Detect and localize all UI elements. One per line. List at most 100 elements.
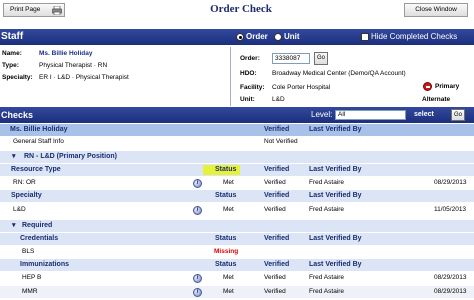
collapse-icon[interactable]: ▾ (12, 151, 16, 163)
level-go-button[interactable]: Go (451, 109, 465, 121)
check-name: L&D (13, 206, 26, 213)
check-date: 11/05/2013 (434, 206, 467, 213)
immunizations-label: Immunizations (20, 261, 70, 268)
info-icon[interactable]: i (193, 179, 202, 188)
check-status: Met (223, 206, 234, 213)
level-select[interactable]: All (335, 110, 406, 120)
alternate-label: Alternate (422, 96, 451, 103)
general-info-verified: Not Verified (264, 138, 298, 145)
order-radio-label: Order (246, 32, 268, 41)
check-status: Met (223, 179, 234, 186)
check-name: HEP B (22, 274, 42, 281)
order-radio[interactable] (236, 33, 244, 41)
primary-label: Primary (435, 83, 460, 90)
hide-completed-checkbox[interactable] (361, 33, 369, 41)
printer-icon (52, 6, 62, 15)
col-last-verified-by-4: Last Verified By (309, 235, 362, 242)
level-label: Level: (311, 110, 333, 119)
check-name: MMR (22, 288, 38, 295)
no-entry-icon (423, 82, 432, 91)
col-verified-4: Verified (264, 235, 290, 242)
check-status-missing: Missing (214, 248, 239, 255)
facility-label: Facility: (240, 84, 265, 91)
check-verified-by: Fred Astaire (309, 288, 345, 295)
credentials-label: Credentials (20, 235, 59, 242)
print-page-button[interactable]: Print Page (3, 3, 65, 17)
staff-title: Staff (1, 31, 24, 42)
unit-label: Unit: (240, 96, 255, 103)
order-number-input[interactable]: 3338087 (272, 53, 310, 64)
table-row[interactable]: MMR i Met Verified Fred Astaire 08/29/20… (0, 286, 474, 298)
col-last-verified-by-3: Last Verified By (309, 192, 362, 199)
staff-type: Physical Therapist · RN (39, 62, 108, 69)
specialty-section-label: Specialty (11, 192, 42, 199)
print-page-label: Print Page (10, 6, 41, 13)
position-header-row[interactable]: ▾ RN - L&D (Primary Position) (0, 151, 474, 163)
check-verified: Verified (264, 274, 286, 281)
person-header-row: Ms. Billie Holiday Verified Last Verifie… (0, 124, 474, 136)
check-date: 08/29/2013 (434, 288, 467, 295)
select-label: select (414, 111, 434, 118)
col-verified-3: Verified (264, 192, 290, 199)
unit-value: L&D (272, 96, 285, 103)
check-verified: Verified (264, 206, 286, 213)
check-verified-by: Fred Astaire (309, 206, 345, 213)
check-verified: Verified (264, 179, 286, 186)
general-info-name: General Staff Info (13, 138, 64, 145)
position-title: RN - L&D (Primary Position) (24, 153, 117, 160)
table-row[interactable]: BLS Missing (0, 246, 474, 258)
col-verified: Verified (264, 126, 290, 133)
check-name: RN: OR (13, 179, 36, 186)
page-title: Order Check (210, 3, 272, 15)
facility-value: Cole Porter Hospital (272, 84, 331, 91)
person-name: Ms. Billie Holiday (10, 126, 68, 133)
immunizations-header: Immunizations Status Verified Last Verif… (0, 259, 474, 271)
hdo-value: Broadway Medical Center (Demo/QA Account… (272, 70, 406, 77)
hdo-label: HDO: (240, 70, 257, 77)
staff-specialty: ER I · L&D · Physical Therapist (39, 74, 129, 81)
info-icon[interactable]: i (193, 206, 202, 215)
check-verified-by: Fred Astaire (309, 179, 345, 186)
resource-type-label: Resource Type (11, 166, 61, 173)
divider (230, 47, 231, 106)
table-row[interactable]: HEP B i Met Verified Fred Astaire 08/29/… (0, 272, 474, 284)
resource-type-header: Resource Type Status Verified Last Verif… (0, 164, 474, 176)
credentials-header: Credentials Status Verified Last Verifie… (0, 233, 474, 245)
check-date: 08/29/2013 (434, 179, 467, 186)
name-label: Name: (2, 50, 22, 57)
col-last-verified-by-5: Last Verified By (309, 261, 362, 268)
collapse-icon[interactable]: ▾ (12, 220, 16, 232)
check-verified-by: Fred Astaire (309, 274, 345, 281)
col-status-4: Status (215, 235, 237, 242)
order-label: Order: (240, 55, 260, 62)
col-status: Status (215, 166, 237, 173)
required-label: Required (22, 222, 53, 229)
unit-radio[interactable] (274, 33, 282, 41)
col-status-5: Status (215, 261, 237, 268)
type-label: Type: (2, 62, 19, 69)
table-row[interactable]: RN: OR i Met Verified Fred Astaire 08/29… (0, 177, 474, 189)
table-row[interactable]: L&D i Met Verified Fred Astaire 11/05/20… (0, 204, 474, 216)
col-verified-5: Verified (264, 261, 290, 268)
order-go-button[interactable]: Go (314, 52, 328, 65)
specialty-label: Specialty: (2, 74, 33, 81)
col-status-3: Status (215, 192, 237, 199)
checks-title: Checks (1, 110, 34, 120)
check-verified: Verified (264, 288, 286, 295)
unit-radio-label: Unit (284, 32, 300, 41)
close-window-button[interactable]: Close Window (404, 3, 468, 17)
specialty-header: Specialty Status Verified Last Verified … (0, 190, 474, 202)
check-name: BLS (22, 248, 35, 255)
check-date: 08/29/2013 (434, 274, 467, 281)
check-status: Met (223, 288, 234, 295)
col-last-verified-by: Last Verified By (309, 126, 362, 133)
check-status: Met (223, 274, 234, 281)
table-row[interactable]: General Staff Info Not Verified (0, 136, 474, 148)
required-header[interactable]: ▾ Required (0, 220, 474, 232)
col-verified-2: Verified (264, 166, 290, 173)
info-icon[interactable]: i (193, 274, 202, 283)
hide-completed-label: Hide Completed Checks (371, 32, 458, 41)
col-last-verified-by-2: Last Verified By (309, 166, 362, 173)
info-icon[interactable]: i (193, 288, 202, 297)
staff-name: Ms. Billie Holiday (39, 50, 93, 57)
